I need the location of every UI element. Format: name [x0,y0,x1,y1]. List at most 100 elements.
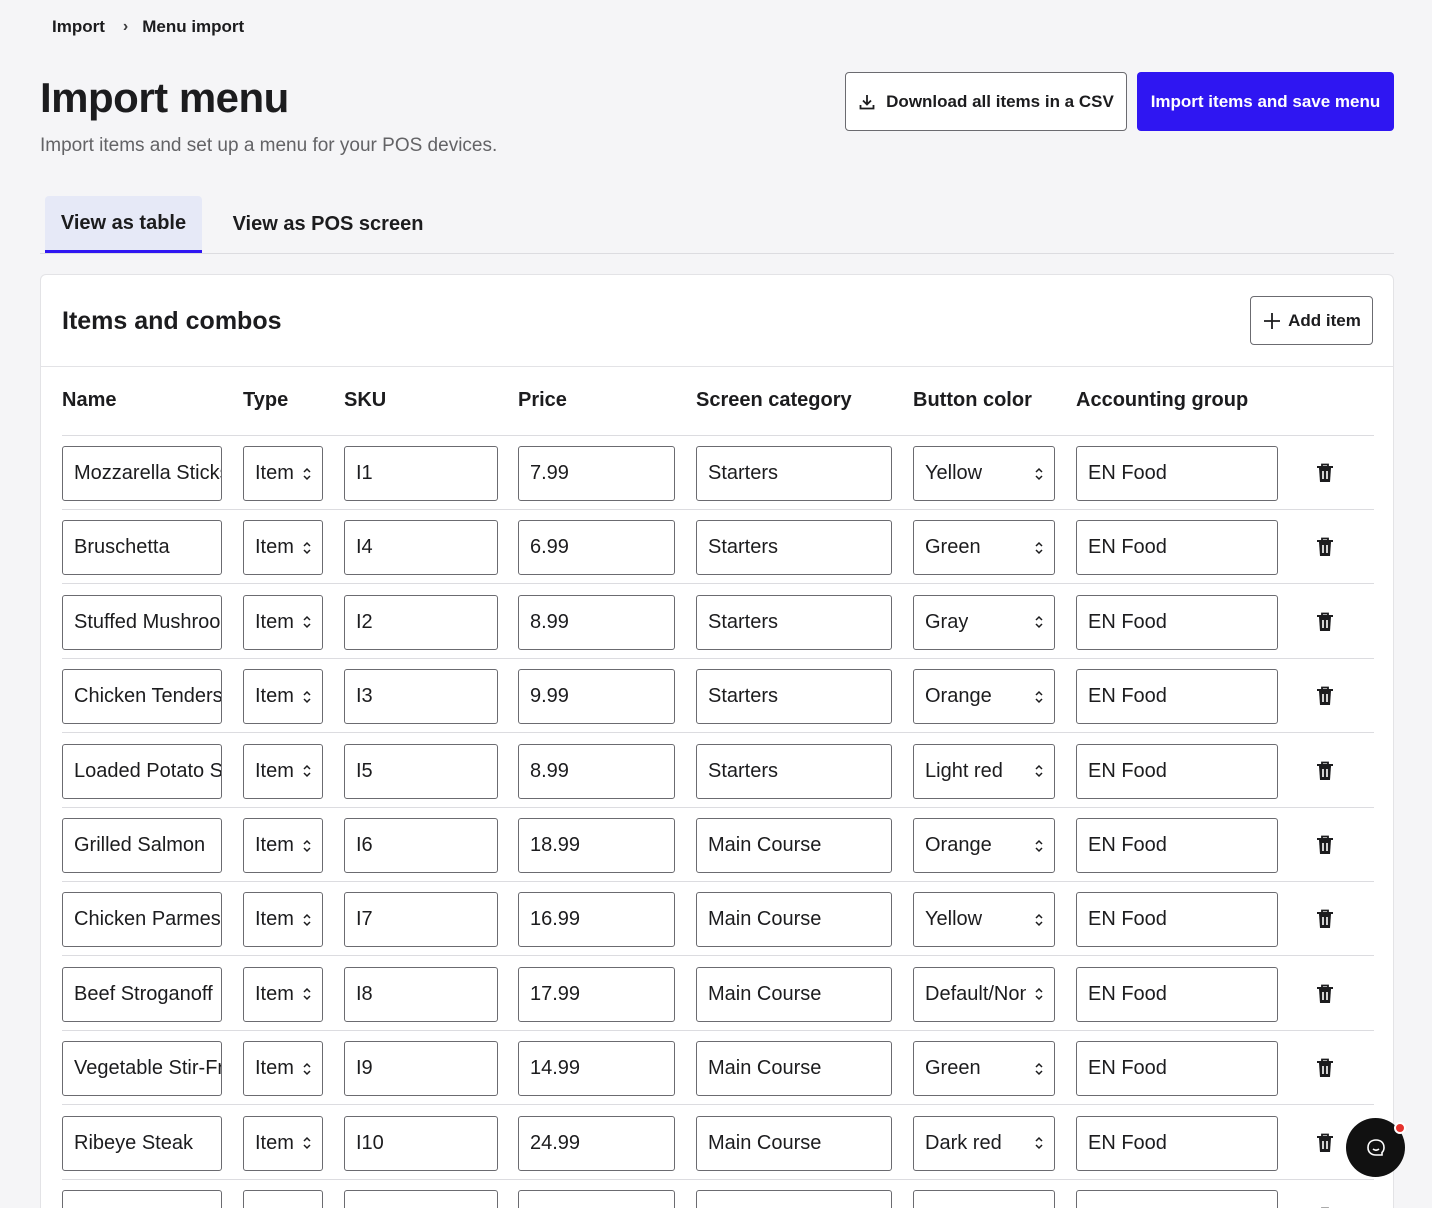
type-select[interactable]: Item [243,966,323,1022]
sku-input[interactable]: I1 [344,446,498,501]
name-input[interactable]: Grilled Salmon [62,818,222,873]
name-input[interactable]: Mozzarella Sticks [62,446,222,501]
accounting-group-input[interactable]: EN Food [1076,1115,1278,1171]
name-input[interactable]: Ribeye Steak [62,1115,222,1171]
trash-icon[interactable] [1316,463,1334,483]
sku-input[interactable]: I10 [344,1115,498,1171]
button-color-select[interactable]: Gray [913,594,1055,650]
add-item-button[interactable]: Add item [1250,296,1373,345]
type-select[interactable]: Item [243,743,323,799]
name-input[interactable] [62,1190,222,1208]
accounting-group-input[interactable]: EN Food [1076,1041,1278,1097]
accounting-group-input[interactable]: EN Food [1076,892,1278,948]
type-select[interactable]: Item [243,594,323,650]
type-select[interactable]: Item [243,669,323,725]
name-input[interactable]: Chicken Parmesan [62,892,222,948]
sku-input[interactable]: I6 [344,818,498,873]
column-header-price: Price [518,389,567,411]
trash-icon[interactable] [1316,909,1334,929]
tab-view-as-table[interactable]: View as table [45,196,202,253]
sku-input[interactable]: I7 [344,892,498,948]
name-input[interactable]: Vegetable Stir-Fry [62,1041,222,1097]
button-color-select[interactable]: Orange [913,818,1055,873]
price-input[interactable]: 18.99 [518,818,675,873]
button-color-select[interactable] [913,1190,1055,1208]
sku-input[interactable]: I5 [344,743,498,799]
name-input[interactable]: Loaded Potato Skins [62,743,222,799]
accounting-group-input[interactable]: EN Food [1076,446,1278,501]
name-input[interactable]: Stuffed Mushrooms [62,594,222,650]
download-icon [859,94,875,109]
button-color-select-value: Default/None [925,982,1026,1005]
accounting-group-input[interactable]: EN Food [1076,594,1278,650]
screen-category-input[interactable]: Main Course [696,892,892,948]
price-input[interactable]: 14.99 [518,1041,675,1097]
import-save-button[interactable]: Import items and save menu [1137,72,1394,131]
breadcrumb-link-import[interactable]: Import [52,17,105,37]
screen-category-input[interactable]: Starters [696,669,892,725]
screen-category-input[interactable]: Main Course [696,1041,892,1097]
button-color-select[interactable]: Light red [913,743,1055,799]
button-color-select[interactable]: Default/None [913,966,1055,1022]
screen-category-input[interactable] [696,1190,892,1208]
accounting-group-input[interactable]: EN Food [1076,669,1278,725]
name-input[interactable]: Bruschetta [62,520,222,576]
screen-category-input[interactable]: Main Course [696,1115,892,1171]
accounting-group-input[interactable]: EN Food [1076,520,1278,576]
button-color-select[interactable]: Green [913,1041,1055,1097]
accounting-group-input[interactable]: EN Food [1076,818,1278,873]
button-color-select[interactable]: Yellow [913,446,1055,501]
trash-icon[interactable] [1316,537,1334,557]
price-input[interactable]: 16.99 [518,892,675,948]
chevron-updown-icon [1035,541,1043,554]
type-select[interactable]: Item [243,818,323,873]
trash-icon[interactable] [1316,612,1334,632]
sku-input[interactable]: I2 [344,594,498,650]
screen-category-input[interactable]: Main Course [696,818,892,873]
accounting-group-input[interactable]: EN Food [1076,966,1278,1022]
screen-category-input[interactable]: Starters [696,520,892,576]
type-select[interactable] [243,1190,323,1208]
price-input[interactable]: 7.99 [518,446,675,501]
accounting-group-input[interactable] [1076,1190,1278,1208]
table-row: Mozzarella Sticks Item I1 7.99 Starters Yello… [62,436,1374,510]
screen-category-input-value: Main Course [708,982,822,1005]
price-input[interactable]: 9.99 [518,669,675,725]
button-color-select[interactable]: Orange [913,669,1055,725]
button-color-select[interactable]: Yellow [913,892,1055,948]
screen-category-input[interactable]: Starters [696,594,892,650]
trash-icon[interactable] [1316,761,1334,781]
price-input[interactable]: 6.99 [518,520,675,576]
price-input[interactable]: 17.99 [518,966,675,1022]
sku-input[interactable]: I9 [344,1041,498,1097]
type-select-value: Item [255,610,294,633]
tab-view-as-pos-screen[interactable]: View as POS screen [222,196,434,253]
price-input[interactable] [518,1190,675,1208]
trash-icon[interactable] [1316,835,1334,855]
type-select[interactable]: Item [243,892,323,948]
type-select[interactable]: Item [243,1041,323,1097]
price-input[interactable]: 8.99 [518,594,675,650]
trash-icon[interactable] [1316,686,1334,706]
sku-input[interactable]: I8 [344,966,498,1022]
trash-icon[interactable] [1316,1058,1334,1078]
screen-category-input[interactable]: Starters [696,446,892,501]
trash-icon[interactable] [1316,1133,1334,1153]
button-color-select[interactable]: Green [913,520,1055,576]
sku-input[interactable] [344,1190,498,1208]
button-color-select[interactable]: Dark red [913,1115,1055,1171]
sku-input[interactable]: I3 [344,669,498,725]
accounting-group-input[interactable]: EN Food [1076,743,1278,799]
download-csv-button[interactable]: Download all items in a CSV [845,72,1127,131]
trash-icon[interactable] [1316,984,1334,1004]
name-input[interactable]: Beef Stroganoff [62,966,222,1022]
type-select[interactable]: Item [243,446,323,501]
name-input[interactable]: Chicken Tenders [62,669,222,725]
price-input[interactable]: 8.99 [518,743,675,799]
screen-category-input[interactable]: Main Course [696,966,892,1022]
type-select[interactable]: Item [243,1115,323,1171]
sku-input[interactable]: I4 [344,520,498,576]
screen-category-input[interactable]: Starters [696,743,892,799]
type-select[interactable]: Item [243,520,323,576]
price-input[interactable]: 24.99 [518,1115,675,1171]
